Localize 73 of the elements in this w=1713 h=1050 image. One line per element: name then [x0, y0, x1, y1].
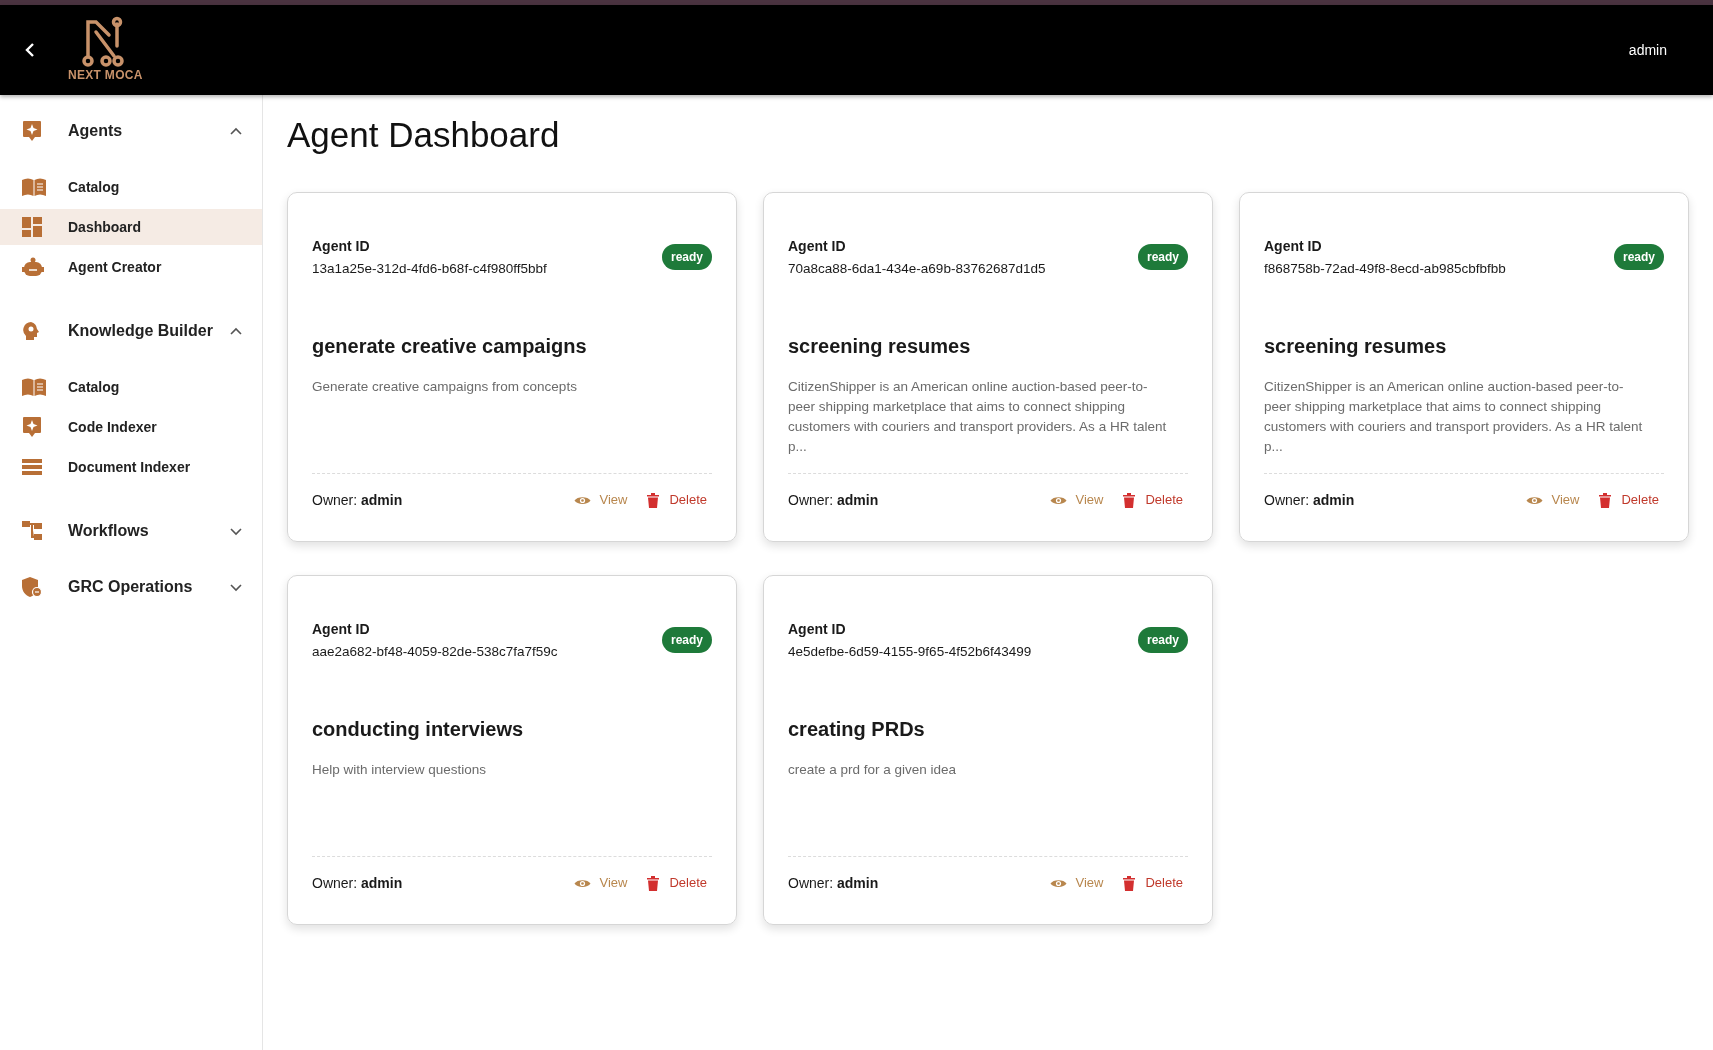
- user-name[interactable]: admin: [1628, 39, 1667, 61]
- owner-text: Owner: admin: [788, 490, 880, 510]
- nav-item[interactable]: Document Indexer: [0, 449, 262, 485]
- nav-section[interactable]: GRC Operations: [0, 559, 262, 615]
- delete-button[interactable]: Delete: [1123, 490, 1183, 510]
- agent-id: f868758b-72ad-49f8-8ecd-ab985cbfbfbb: [1264, 259, 1506, 278]
- page-title: Agent Dashboard: [287, 114, 561, 156]
- eye-icon: [1050, 877, 1068, 889]
- nav-section[interactable]: Knowledge Builder: [0, 303, 262, 359]
- head-gear-icon: [22, 321, 40, 341]
- delete-button[interactable]: Delete: [1123, 873, 1183, 893]
- shield-icon: [22, 577, 42, 597]
- trash-icon: [1599, 492, 1612, 508]
- delete-button[interactable]: Delete: [647, 873, 707, 893]
- agent-description: CitizenShipper is an American online auction-based peer-to-peer shipping marketplace that aims to connect shipping customers with couriers and transport providers. As a HR talent p...: [788, 377, 1168, 456]
- agent-title: screening resumes: [788, 333, 972, 359]
- agent-id: 70a8ca88-6da1-434e-a69b-83762687d1d5: [788, 259, 1046, 278]
- chevron-icon: [230, 582, 242, 592]
- nav-section[interactable]: Agents: [0, 103, 262, 159]
- id-label: Agent ID: [312, 619, 371, 639]
- sparkle-icon: [22, 120, 42, 142]
- nav-item[interactable]: Catalog: [0, 369, 262, 405]
- list-icon: [22, 459, 42, 475]
- workflow-icon: [22, 521, 42, 541]
- id-label: Agent ID: [312, 236, 371, 256]
- status-badge: ready: [661, 626, 712, 653]
- status-badge: ready: [1137, 626, 1188, 653]
- nav-item[interactable]: Dashboard: [0, 209, 262, 245]
- trash-icon: [1123, 875, 1136, 891]
- dashboard-icon: [22, 217, 42, 237]
- id-label: Agent ID: [1264, 236, 1323, 256]
- agent-title: generate creative campaigns: [312, 333, 588, 359]
- agent-id: 13a1a25e-312d-4fd6-b68f-c4f980ff5bbf: [312, 259, 547, 278]
- trash-icon: [647, 492, 660, 508]
- agent-description: CitizenShipper is an American online auction-based peer-to-peer shipping marketplace that aims to connect shipping customers with couriers and transport providers. As a HR talent p...: [1264, 377, 1644, 456]
- trash-icon: [647, 875, 660, 891]
- agent-id: 4e5defbe-6d59-4155-9f65-4f52b6f43499: [788, 642, 1032, 661]
- nav-item[interactable]: Agent Creator: [0, 249, 262, 285]
- eye-icon: [574, 877, 592, 889]
- chevron-icon: [230, 526, 242, 536]
- robot-icon: [22, 257, 44, 277]
- owner-text: Owner: admin: [312, 490, 404, 510]
- agent-title: conducting interviews: [312, 716, 525, 742]
- trash-icon: [1123, 492, 1136, 508]
- status-badge: ready: [661, 243, 712, 270]
- logo-text: NEXT MOCA: [68, 67, 143, 84]
- agent-description: Generate creative campaigns from concepts: [312, 377, 578, 396]
- nav-section[interactable]: Workflows: [0, 503, 262, 559]
- eye-icon: [574, 494, 592, 506]
- agent-description: Help with interview questions: [312, 760, 488, 779]
- id-label: Agent ID: [788, 619, 847, 639]
- agent-title: screening resumes: [1264, 333, 1448, 359]
- agent-id: aae2a682-bf48-4059-82de-538c7fa7f59c: [312, 642, 558, 661]
- id-label: Agent ID: [788, 236, 847, 256]
- back-icon: [25, 43, 35, 57]
- owner-text: Owner: admin: [312, 873, 404, 893]
- status-badge: ready: [1613, 243, 1664, 270]
- status-badge: ready: [1137, 243, 1188, 270]
- delete-button[interactable]: Delete: [1599, 490, 1659, 510]
- agent-title: creating PRDs: [788, 716, 926, 742]
- nav-item[interactable]: Code Indexer: [0, 409, 262, 445]
- agent-description: create a prd for a given idea: [788, 760, 958, 779]
- book-icon: [22, 378, 46, 396]
- chevron-icon: [230, 126, 242, 136]
- chevron-icon: [230, 326, 242, 336]
- delete-button[interactable]: Delete: [647, 490, 707, 510]
- eye-icon: [1050, 494, 1068, 506]
- nav-item[interactable]: Catalog: [0, 169, 262, 205]
- book-icon: [22, 178, 46, 196]
- owner-text: Owner: admin: [1264, 490, 1356, 510]
- owner-text: Owner: admin: [788, 873, 880, 893]
- sparkle-icon: [22, 416, 42, 438]
- eye-icon: [1526, 494, 1544, 506]
